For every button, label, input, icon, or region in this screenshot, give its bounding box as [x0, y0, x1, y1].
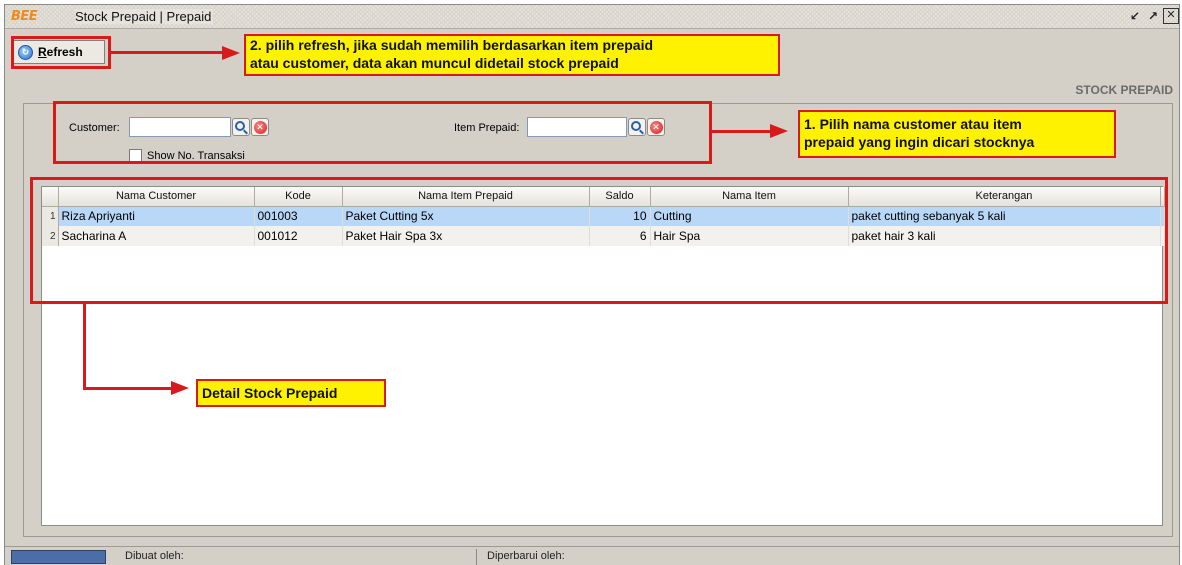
status-divider [476, 549, 477, 565]
annotation-arrow-detail-hline [83, 387, 173, 390]
dibuat-oleh-label: Dibuat oleh: [125, 550, 184, 562]
title-bar: BEE Stock Prepaid | Prepaid ↙ ↗ ✕ [5, 5, 1179, 29]
status-bar: Dibuat oleh: Diperbarui oleh: [5, 546, 1179, 565]
restore-icon[interactable]: ↙ [1127, 8, 1143, 24]
annotation-note-detail: Detail Stock Prepaid [196, 379, 386, 407]
annotation-arrow-detail-vline [83, 304, 86, 390]
annotation-box-filters [53, 101, 712, 164]
annotation-arrow-filters-line [712, 130, 772, 133]
diperbarui-oleh-label: Diperbarui oleh: [487, 550, 565, 562]
annotation-note-refresh: 2. pilih refresh, jika sudah memilih ber… [244, 34, 780, 76]
status-indicator [11, 550, 106, 564]
annotation-box-detail [30, 177, 1168, 304]
window-title: Stock Prepaid | Prepaid [75, 9, 214, 24]
close-icon[interactable]: ✕ [1163, 8, 1179, 24]
annotation-note-filters: 1. Pilih nama customer atau item prepaid… [798, 110, 1116, 158]
annotation-note-refresh-line1: 2. pilih refresh, jika sudah memilih ber… [250, 37, 654, 53]
annotation-arrow-detail-head [171, 381, 189, 395]
annotation-note-refresh-line2: atau customer, data akan muncul didetail… [250, 55, 619, 71]
annotation-note-filters-line1: 1. Pilih nama customer atau item [804, 116, 1022, 132]
annotation-arrow-filters-head [770, 124, 788, 138]
annotation-arrow-refresh-line [111, 51, 223, 54]
section-label: STOCK PREPAID [1075, 83, 1173, 97]
maximize-icon[interactable]: ↗ [1145, 8, 1161, 24]
annotation-note-filters-line2: prepaid yang ingin dicari stocknya [804, 134, 1035, 150]
annotation-box-refresh [11, 36, 111, 69]
annotation-arrow-refresh-head [222, 46, 240, 60]
bee-logo: BEE [11, 9, 38, 24]
